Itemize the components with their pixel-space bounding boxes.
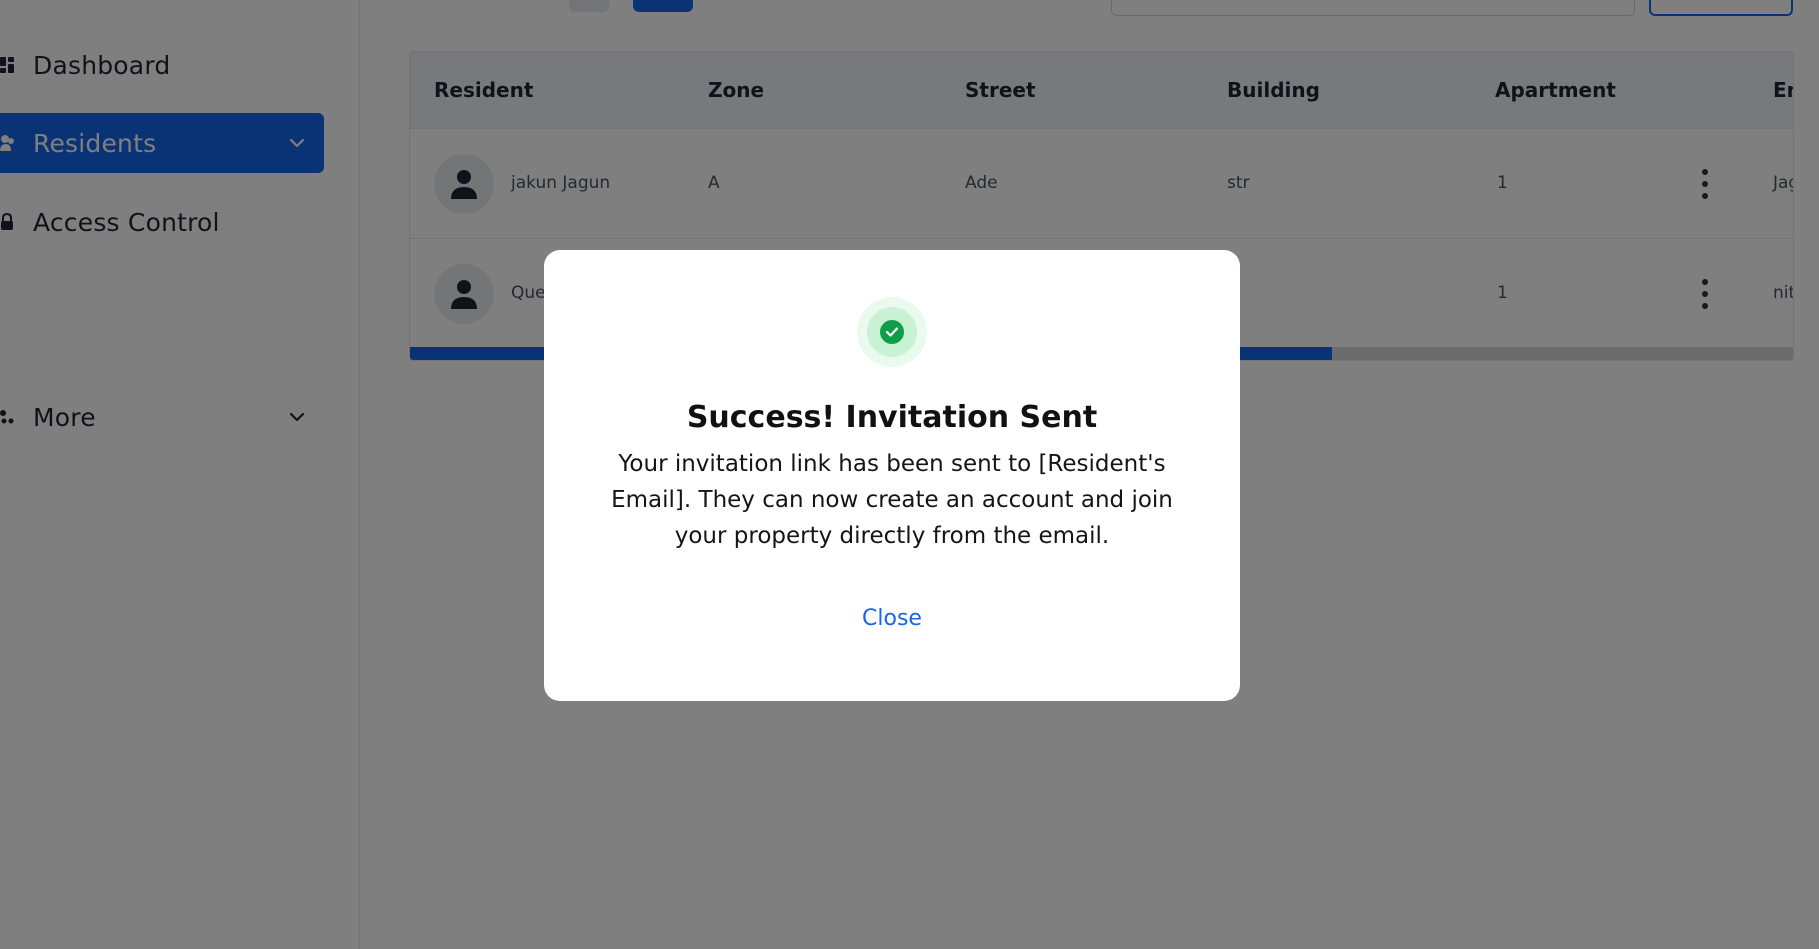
close-button[interactable]: Close xyxy=(842,600,942,636)
success-dialog: Success! Invitation Sent Your invitation… xyxy=(544,250,1240,701)
dialog-message: Your invitation link has been sent to [R… xyxy=(611,451,1173,549)
app-window: Dashboard Residents Access Control More xyxy=(0,0,1819,949)
check-icon xyxy=(885,327,899,337)
dialog-title: Success! Invitation Sent xyxy=(686,400,1098,435)
modal-backdrop[interactable]: Success! Invitation Sent Your invitation… xyxy=(0,0,1819,949)
success-badge xyxy=(857,297,927,367)
